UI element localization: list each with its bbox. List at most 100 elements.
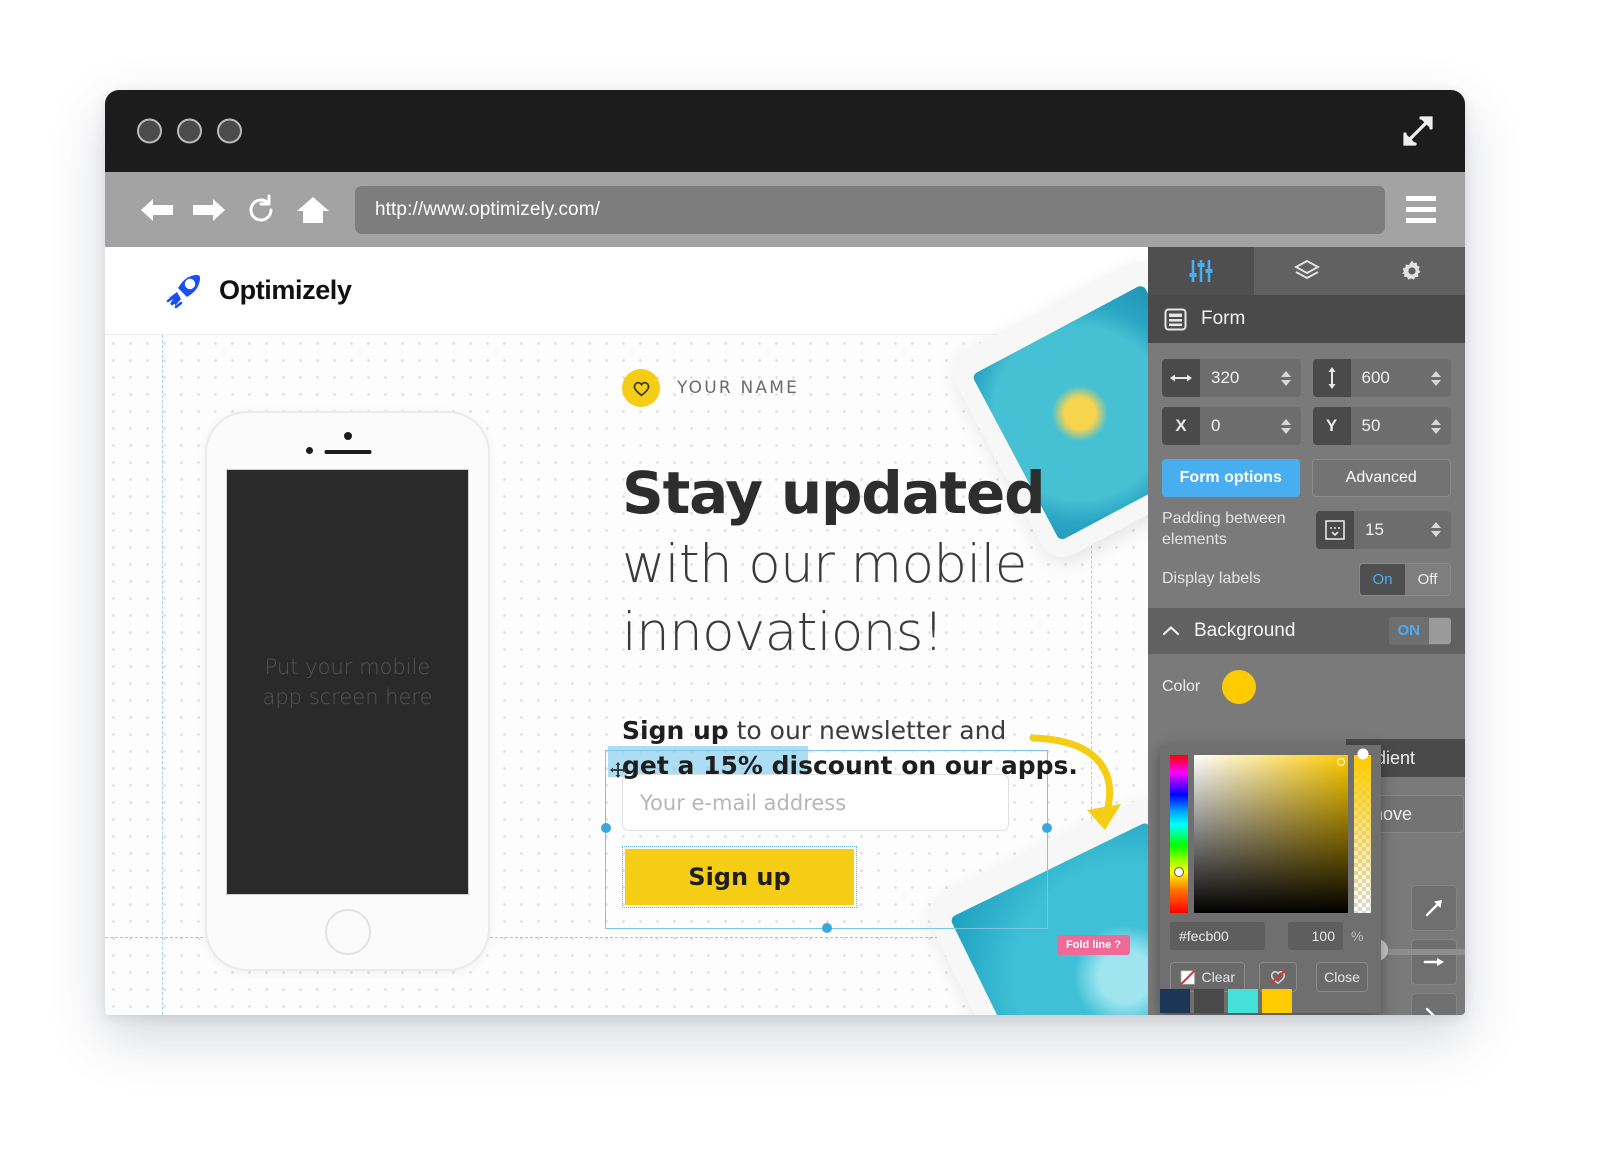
optimizely-logo[interactable]: Optimizely (163, 269, 352, 313)
padding-label: Padding between elements (1162, 510, 1286, 548)
rocket-icon (166, 274, 200, 308)
move-handle-icon[interactable] (610, 753, 626, 778)
arrow-right-icon[interactable] (1411, 939, 1457, 985)
hero-section: Put your mobile app screen here YOUR NAME (105, 254, 1148, 1015)
close-picker-button[interactable]: Close (1316, 962, 1368, 992)
y-stepper[interactable] (1431, 418, 1451, 434)
tab-settings[interactable] (1359, 247, 1465, 295)
browser-viewport: Optimizely Put your mobile app screen he… (105, 247, 1465, 1015)
alpha-slider[interactable] (1354, 748, 1371, 913)
swatch-3[interactable] (1262, 989, 1292, 1013)
panel-title-bar: Form (1148, 295, 1465, 343)
brand-row: YOUR NAME (622, 369, 1092, 407)
y-field[interactable]: Y 50 (1312, 407, 1451, 445)
logo-text: Optimizely (219, 275, 352, 305)
padding-row: Padding between elements 15 (1162, 509, 1451, 551)
url-input[interactable]: http://www.optimizely.com/ (355, 185, 1385, 234)
width-field[interactable]: 320 (1162, 359, 1301, 397)
maximize-window-button[interactable] (217, 118, 242, 144)
url-text: http://www.optimizely.com/ (375, 198, 601, 220)
alpha-slider-knob[interactable] (1357, 748, 1368, 760)
color-swatch-button[interactable] (1222, 669, 1257, 704)
fold-line-badge: Fold line ? (1057, 935, 1130, 955)
alpha-unit-label: % (1351, 928, 1364, 944)
background-toggle-label: ON (1397, 622, 1421, 640)
home-icon[interactable] (287, 184, 339, 236)
saturation-value-knob[interactable] (1337, 758, 1345, 766)
swatch-0[interactable] (1160, 989, 1190, 1013)
position-field-row: X 0 Y 50 (1162, 407, 1451, 445)
clear-swatch-icon (1180, 969, 1196, 985)
back-arrow-icon[interactable] (131, 184, 183, 236)
padding-stepper[interactable] (1431, 522, 1451, 538)
width-icon (1162, 359, 1200, 397)
x-label-icon: X (1162, 407, 1200, 445)
phone-screen[interactable]: Put your mobile app screen here (226, 469, 469, 895)
alpha-input[interactable]: 100 (1288, 922, 1343, 950)
close-window-button[interactable] (137, 118, 162, 144)
height-value: 600 (1361, 368, 1390, 387)
minimize-window-button[interactable] (177, 118, 202, 144)
display-labels-on[interactable]: On (1360, 563, 1405, 595)
no-heart-button[interactable] (1259, 962, 1297, 992)
swatch-1[interactable] (1194, 989, 1224, 1013)
email-field[interactable]: Your e-mail address (622, 774, 1009, 831)
hamburger-menu-icon[interactable] (1399, 188, 1443, 232)
background-section-header[interactable]: Background ON (1148, 607, 1465, 654)
guide-left (162, 335, 163, 1015)
heart-badge-icon (622, 369, 660, 407)
color-picker-popover: #fecb00 100 % Clear Close (1160, 745, 1381, 1013)
reload-icon[interactable] (235, 184, 287, 236)
height-field[interactable]: 600 (1312, 359, 1451, 397)
height-stepper[interactable] (1431, 370, 1451, 386)
forward-arrow-icon[interactable] (183, 184, 235, 236)
hue-slider[interactable] (1170, 755, 1188, 913)
sub-copy-line-2[interactable]: get a 15% discount on our apps. (608, 745, 1078, 784)
arrow-down-right-icon[interactable] (1411, 993, 1457, 1015)
resize-handle-left[interactable] (601, 823, 611, 833)
form-icon (1164, 308, 1187, 330)
sliders-icon (1189, 260, 1213, 282)
display-labels-toggle[interactable]: On Off (1359, 562, 1451, 596)
window-titlebar (105, 90, 1465, 172)
saturation-value-area[interactable] (1194, 755, 1348, 913)
sub-copy-line-1: Sign up to our newsletter and (622, 714, 1092, 749)
recent-swatches (1160, 989, 1292, 1013)
x-stepper[interactable] (1280, 418, 1301, 434)
swatch-2[interactable] (1228, 989, 1258, 1013)
expand-icon[interactable] (1401, 114, 1435, 148)
color-picker-canvas-row (1170, 748, 1371, 913)
panel-body: 320 600 X 0 Y 50 Form options Advanced P… (1148, 343, 1465, 704)
x-field[interactable]: X 0 (1162, 407, 1301, 445)
padding-field[interactable]: 15 (1316, 510, 1451, 549)
tab-layers[interactable] (1254, 247, 1360, 295)
clear-color-button[interactable]: Clear (1170, 962, 1245, 992)
size-field-row: 320 600 (1162, 359, 1451, 397)
display-labels-off[interactable]: Off (1405, 563, 1450, 595)
editor-panel: Form 320 600 X 0 Y 50 Form options Advan… (1148, 247, 1465, 1015)
phone-mockup: Put your mobile app screen here (205, 411, 490, 971)
arrow-up-right-icon[interactable] (1411, 885, 1457, 931)
gear-icon (1402, 260, 1421, 280)
phone-screen-placeholder: Put your mobile app screen here (262, 654, 433, 709)
y-value: 50 (1361, 416, 1381, 435)
mode-button-row: Form options Advanced (1162, 459, 1451, 497)
tab-properties[interactable] (1148, 247, 1254, 295)
panel-title: Form (1201, 308, 1246, 329)
resize-handle-bottom[interactable] (821, 923, 832, 933)
form-options-button[interactable]: Form options (1162, 459, 1300, 497)
hue-slider-knob[interactable] (1174, 866, 1184, 877)
sub-copy-line-2-text: get a 15% discount on our apps. (622, 750, 1078, 780)
sub-copy-bold: Sign up (622, 716, 729, 746)
width-stepper[interactable] (1280, 370, 1301, 386)
color-picker-actions: Clear Close (1170, 962, 1371, 992)
signup-button[interactable]: Sign up (625, 849, 854, 905)
phone-camera (305, 447, 313, 454)
phone-speaker (324, 450, 371, 454)
background-toggle[interactable]: ON (1388, 616, 1451, 645)
signup-button-wrapper: Sign up (622, 846, 857, 908)
email-placeholder: Your e-mail address (640, 790, 847, 815)
advanced-button[interactable]: Advanced (1311, 459, 1451, 497)
hex-input[interactable]: #fecb00 (1170, 922, 1265, 950)
color-row: Color (1162, 669, 1451, 704)
